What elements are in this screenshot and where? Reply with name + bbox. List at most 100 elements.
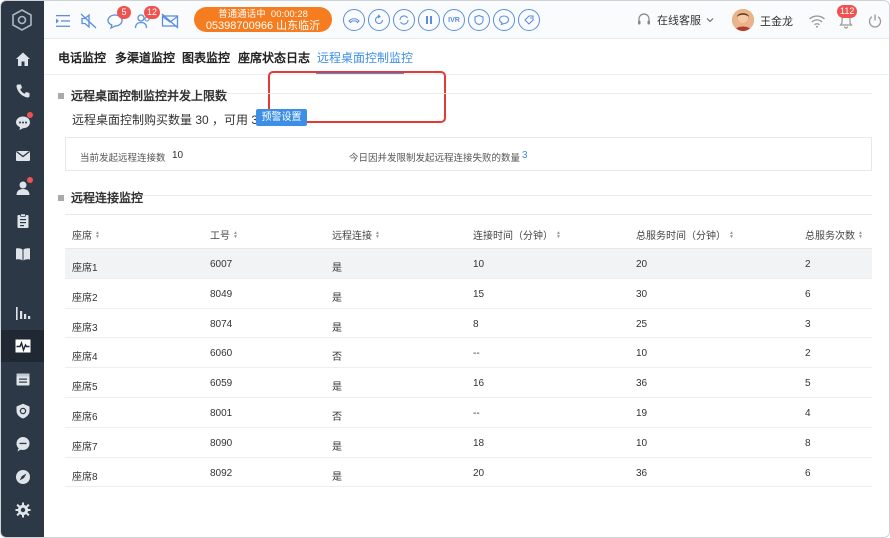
cell-service-count: 5 [805, 378, 811, 390]
remote-monitor-section-title: 远程连接监控 [58, 189, 143, 206]
no-mail-icon[interactable] [159, 10, 181, 32]
cell-remote: 是 [332, 441, 342, 453]
sort-icon: ▲ ▼ [729, 229, 734, 240]
notify-badge: 112 [837, 5, 858, 18]
app-window: 5 12 普通通话中 00:00:28 05398700966 山东临沂 IVR [0, 0, 890, 538]
book-icon[interactable] [1, 238, 44, 270]
column-header-agent[interactable]: 座席 ▲ ▼ [72, 227, 100, 242]
column-header-service-count[interactable]: 总服务次数 ▲ ▼ [805, 227, 863, 242]
cell-service-time: 10 [636, 348, 648, 360]
cell-service-time: 30 [636, 288, 648, 300]
call-timer: 00:00:28 [270, 9, 308, 20]
stats-icon[interactable] [1, 297, 44, 329]
cell-agent: 座席2 [72, 292, 98, 304]
table-row[interactable]: 座席1 6007 是 10 20 2 [65, 249, 872, 279]
top-bar: 5 12 普通通话中 00:00:28 05398700966 山东临沂 IVR [44, 1, 889, 39]
column-header-id[interactable]: 工号 ▲ ▼ [210, 227, 238, 242]
call-number: 05398700966 [205, 20, 274, 32]
table-row[interactable]: 座席5 6059 是 16 36 5 [65, 368, 872, 398]
satisfaction-button[interactable] [468, 9, 490, 31]
contacts-icon[interactable] [1, 172, 44, 204]
tab-remote-desktop-monitor[interactable]: 远程桌面控制监控 [317, 49, 413, 66]
monitor-tabs: 电话监控 多渠道监控 图表监控 座席状态日志 远程桌面控制监控 [44, 39, 889, 123]
section-marker [58, 92, 64, 99]
call-status-pill[interactable]: 普通通话中 00:00:28 05398700966 山东临沂 [194, 7, 332, 32]
chat-unread-dot [27, 112, 33, 118]
chat-notify-icon[interactable]: 5 [104, 6, 131, 32]
cell-service-time: 19 [636, 407, 648, 419]
column-header-connect-time[interactable]: 连接时间（分钟） ▲ ▼ [473, 227, 561, 242]
tab-multichannel-monitor[interactable]: 多渠道监控 [115, 49, 175, 66]
power-icon[interactable] [864, 10, 886, 32]
phone-icon[interactable] [1, 75, 44, 107]
username[interactable]: 王金龙 [760, 13, 793, 29]
table-row[interactable]: 座席8 8092 是 20 36 6 [65, 458, 872, 488]
cell-id: 6059 [210, 378, 233, 390]
chevron-down-icon [706, 18, 714, 23]
monitor-icon[interactable] [1, 330, 44, 362]
cell-remote: 否 [332, 411, 342, 423]
cell-remote: 是 [332, 471, 342, 483]
cell-agent: 座席5 [72, 382, 98, 394]
hangup-button[interactable] [343, 9, 365, 31]
cell-connect-time: 15 [473, 288, 485, 300]
cell-service-count: 4 [805, 407, 811, 419]
cell-agent: 座席3 [72, 322, 98, 334]
cell-connect-time: 20 [473, 467, 485, 479]
warning-settings-button[interactable]: 预警设置 [256, 109, 307, 126]
clipboard-icon[interactable] [1, 205, 44, 237]
collapse-menu-icon[interactable] [52, 10, 74, 32]
calendar-icon[interactable] [1, 363, 44, 395]
table-row[interactable]: 座席2 8049 是 15 30 6 [65, 279, 872, 309]
cell-remote: 否 [332, 352, 342, 364]
mute-icon[interactable] [78, 10, 100, 32]
contacts-notify-icon[interactable]: 12 [132, 6, 161, 32]
column-header-remote[interactable]: 远程连接 ▲ ▼ [332, 227, 380, 242]
message-icon[interactable] [1, 428, 44, 460]
consult-button[interactable] [493, 9, 515, 31]
avatar[interactable] [732, 9, 754, 31]
cell-connect-time: 18 [473, 437, 485, 449]
tab-phone-monitor[interactable]: 电话监控 [58, 49, 106, 66]
tag-button[interactable] [518, 9, 540, 31]
ivr-button[interactable]: IVR [443, 9, 465, 31]
cell-connect-time: -- [473, 348, 480, 360]
cell-service-count: 2 [805, 348, 811, 360]
online-service-menu[interactable]: 在线客服 [636, 12, 714, 28]
home-icon[interactable] [1, 43, 44, 75]
settings-icon[interactable] [1, 494, 44, 526]
cell-connect-time: -- [473, 407, 480, 419]
failed-connections-value[interactable]: 3 [522, 150, 528, 161]
contacts-unread-dot [27, 177, 33, 183]
cell-remote: 是 [332, 382, 342, 394]
cell-service-time: 36 [636, 467, 648, 479]
bell-icon[interactable]: 112 [835, 5, 858, 32]
table-row[interactable]: 座席4 6060 否 -- 10 2 [65, 338, 872, 369]
table-row[interactable]: 座席7 8090 是 18 10 8 [65, 428, 872, 458]
transfer-button[interactable] [368, 9, 390, 31]
compass-icon[interactable] [1, 461, 44, 493]
tab-chart-monitor[interactable]: 图表监控 [182, 49, 230, 66]
cell-service-count: 8 [805, 437, 811, 449]
tab-agent-status-log[interactable]: 座席状态日志 [238, 49, 310, 66]
section-marker [58, 194, 64, 201]
sort-icon: ▲ ▼ [233, 229, 238, 240]
chat-badge: 5 [117, 6, 131, 19]
sort-icon: ▲ ▼ [95, 229, 100, 240]
table-row[interactable]: 座席6 8001 否 -- 19 4 [65, 398, 872, 428]
section-divider [219, 93, 872, 94]
cell-id: 8049 [210, 288, 233, 300]
cell-id: 6007 [210, 259, 233, 270]
refresh-call-button[interactable] [393, 9, 415, 31]
cell-remote: 是 [332, 322, 342, 334]
mail-icon[interactable] [1, 140, 44, 172]
call-status: 普通通话中 [218, 9, 266, 20]
table-row[interactable]: 座席3 8074 是 8 25 3 [65, 309, 872, 339]
cell-id: 8090 [210, 437, 233, 449]
hold-button[interactable] [418, 9, 440, 31]
table-header: 座席 ▲ ▼ 工号 ▲ ▼ 远程连接 ▲ ▼ 连接时间（分钟） ▲ ▼ 总服务时间（分钟） ▲ ▼ … [65, 214, 872, 249]
column-header-service-time[interactable]: 总服务时间（分钟） ▲ ▼ [636, 227, 734, 242]
chat-icon[interactable] [1, 107, 44, 139]
cell-id: 8092 [210, 467, 233, 479]
shield-icon[interactable] [1, 395, 44, 427]
